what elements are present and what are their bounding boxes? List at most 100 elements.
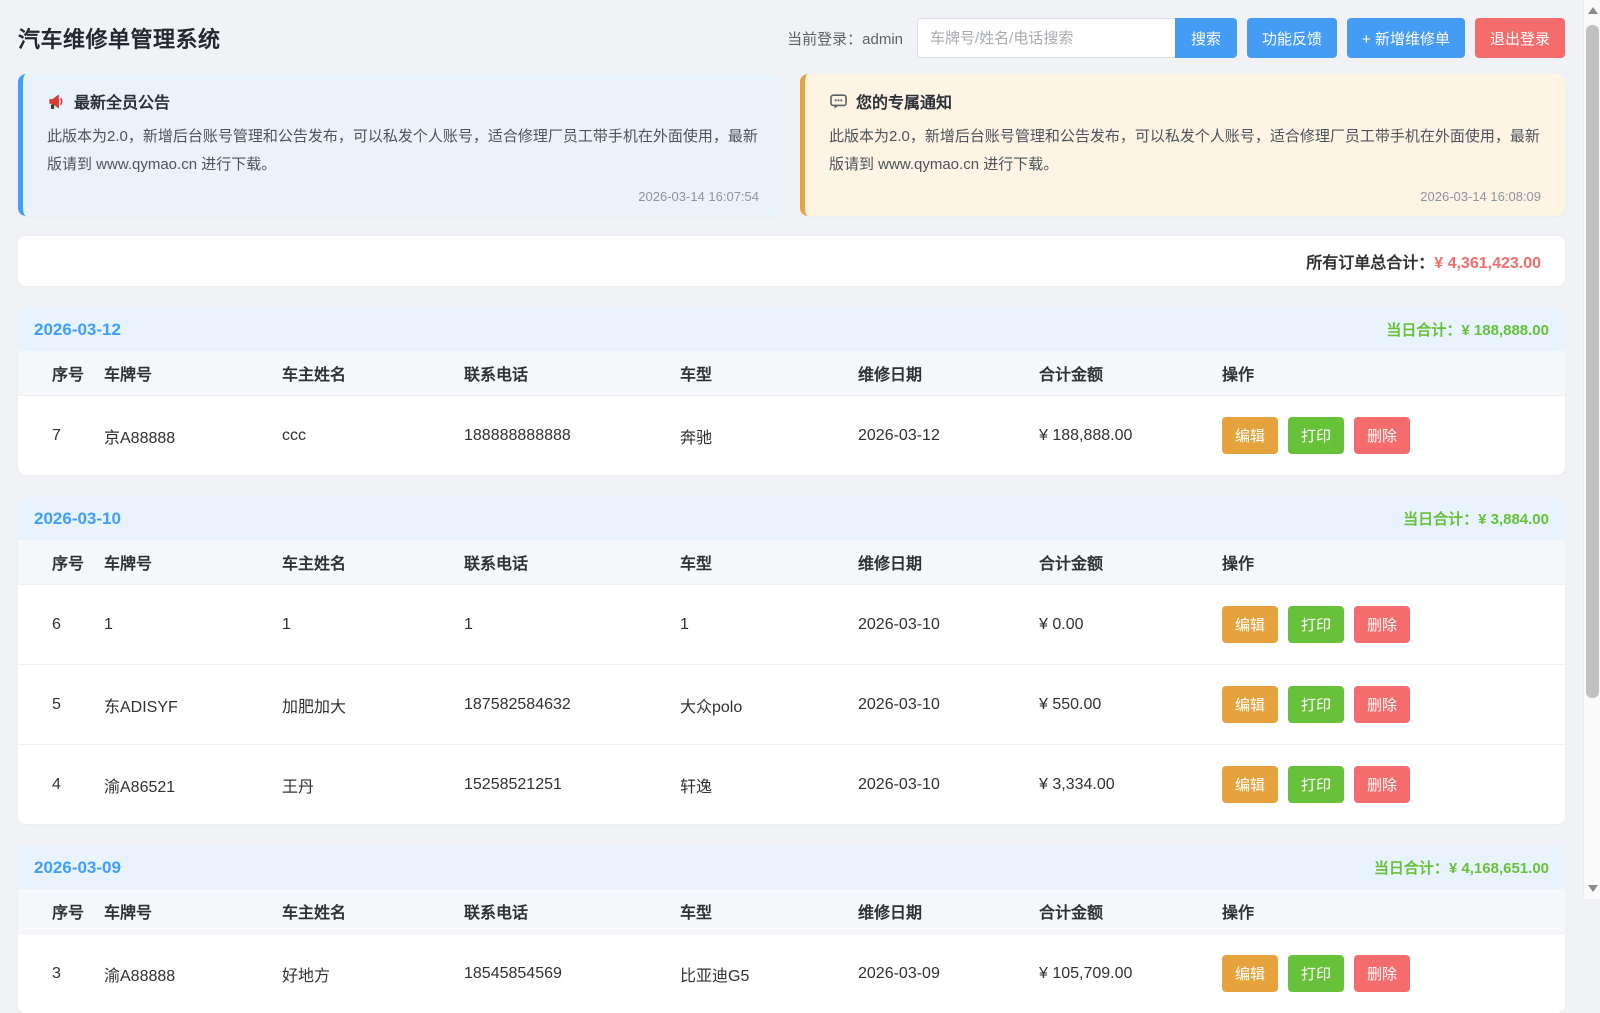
edit-button[interactable]: 编辑 <box>1222 417 1278 454</box>
print-button[interactable]: 打印 <box>1288 606 1344 643</box>
delete-button[interactable]: 删除 <box>1354 417 1410 454</box>
print-button[interactable]: 打印 <box>1288 417 1344 454</box>
repair-orders-table: 序号车牌号车主姓名联系电话车型维修日期合计金额操作 7京A88888ccc188… <box>18 351 1565 475</box>
cell-amount: ¥ 550.00 <box>1029 665 1212 745</box>
notice-title: 最新全员公告 <box>74 89 170 113</box>
day-total: 当日合计：¥ 3,884.00 <box>1403 508 1549 529</box>
column-header: 操作 <box>1212 889 1565 934</box>
table-row: 7京A88888ccc188888888888奔驰2026-03-12¥ 188… <box>18 396 1565 476</box>
day-total-label: 当日合计： <box>1386 322 1461 339</box>
column-header: 车牌号 <box>94 889 272 934</box>
column-header: 车型 <box>670 351 848 396</box>
cell-plate: 东ADISYF <box>94 665 272 745</box>
cell-repair-date: 2026-03-10 <box>848 665 1029 745</box>
print-button[interactable]: 打印 <box>1288 686 1344 723</box>
cell-plate: 渝A86521 <box>94 745 272 825</box>
column-header: 车型 <box>670 889 848 934</box>
cell-model: 奔驰 <box>670 396 848 476</box>
column-header: 维修日期 <box>848 889 1029 934</box>
page-title: 汽车维修单管理系统 <box>18 22 221 54</box>
cell-actions: 编辑打印删除 <box>1212 665 1565 745</box>
day-group-card: 2026-03-10 当日合计：¥ 3,884.00 序号车牌号车主姓名联系电话… <box>18 497 1565 824</box>
notice-title: 您的专属通知 <box>856 89 952 113</box>
megaphone-icon <box>47 92 66 111</box>
notices: 最新全员公告 此版本为2.0，新增后台账号管理和公告发布，可以私发个人账号，适合… <box>18 74 1565 216</box>
column-header: 合计金额 <box>1029 889 1212 934</box>
column-header: 序号 <box>18 351 94 396</box>
cell-repair-date: 2026-03-10 <box>848 745 1029 825</box>
cell-owner: 1 <box>272 585 454 665</box>
day-total-amount: ¥ 4,168,651.00 <box>1449 860 1549 877</box>
login-label: 当前登录： <box>787 31 862 48</box>
day-group-card: 2026-03-09 当日合计：¥ 4,168,651.00 序号车牌号车主姓名… <box>18 846 1565 1013</box>
edit-button[interactable]: 编辑 <box>1222 955 1278 992</box>
print-button[interactable]: 打印 <box>1288 955 1344 992</box>
table-row: 611112026-03-10¥ 0.00编辑打印删除 <box>18 585 1565 665</box>
day-header-bar: 2026-03-09 当日合计：¥ 4,168,651.00 <box>18 846 1565 889</box>
page: 汽车维修单管理系统 当前登录：admin 搜索 功能反馈 + 新增维修单 退出登… <box>0 0 1600 1013</box>
table-header-row: 序号车牌号车主姓名联系电话车型维修日期合计金额操作 <box>18 889 1565 934</box>
day-header-bar: 2026-03-12 当日合计：¥ 188,888.00 <box>18 308 1565 351</box>
cell-phone: 188888888888 <box>454 396 670 476</box>
login-username: admin <box>862 31 903 48</box>
column-header: 车主姓名 <box>272 540 454 585</box>
edit-button[interactable]: 编辑 <box>1222 766 1278 803</box>
cell-repair-date: 2026-03-09 <box>848 934 1029 1013</box>
edit-button[interactable]: 编辑 <box>1222 606 1278 643</box>
column-header: 联系电话 <box>454 351 670 396</box>
cell-repair-date: 2026-03-10 <box>848 585 1029 665</box>
cell-repair-date: 2026-03-12 <box>848 396 1029 476</box>
vertical-scrollbar[interactable] <box>1583 0 1600 899</box>
delete-button[interactable]: 删除 <box>1354 686 1410 723</box>
scroll-up-arrow-icon[interactable] <box>1588 7 1598 14</box>
column-header: 维修日期 <box>848 351 1029 396</box>
cell-actions: 编辑打印删除 <box>1212 585 1565 665</box>
search-group: 搜索 <box>917 18 1237 58</box>
cell-model: 轩逸 <box>670 745 848 825</box>
column-header: 车牌号 <box>94 351 272 396</box>
day-date: 2026-03-10 <box>34 509 121 529</box>
cell-owner: ccc <box>272 396 454 476</box>
cell-actions: 编辑打印删除 <box>1212 745 1565 825</box>
delete-button[interactable]: 删除 <box>1354 606 1410 643</box>
cell-actions: 编辑打印删除 <box>1212 934 1565 1013</box>
cell-owner: 王丹 <box>272 745 454 825</box>
search-button[interactable]: 搜索 <box>1175 18 1237 58</box>
notice-header: 最新全员公告 <box>47 89 759 113</box>
table-row: 5东ADISYF加肥加大187582584632大众polo2026-03-10… <box>18 665 1565 745</box>
cell-amount: ¥ 3,334.00 <box>1029 745 1212 825</box>
table-row: 4渝A86521王丹15258521251轩逸2026-03-10¥ 3,334… <box>18 745 1565 825</box>
cell-phone: 187582584632 <box>454 665 670 745</box>
logout-button[interactable]: 退出登录 <box>1475 18 1565 58</box>
cell-phone: 15258521251 <box>454 745 670 825</box>
grand-total-amount: ¥ 4,361,423.00 <box>1434 255 1541 272</box>
delete-button[interactable]: 删除 <box>1354 955 1410 992</box>
column-header: 车型 <box>670 540 848 585</box>
edit-button[interactable]: 编辑 <box>1222 686 1278 723</box>
cell-seq: 3 <box>18 934 94 1013</box>
day-header-bar: 2026-03-10 当日合计：¥ 3,884.00 <box>18 497 1565 540</box>
cell-seq: 6 <box>18 585 94 665</box>
search-input[interactable] <box>917 18 1175 58</box>
cell-model: 1 <box>670 585 848 665</box>
scroll-down-arrow-icon[interactable] <box>1588 885 1598 892</box>
scrollbar-thumb[interactable] <box>1586 25 1599 698</box>
cell-phone: 1 <box>454 585 670 665</box>
cell-owner: 好地方 <box>272 934 454 1013</box>
grand-total-label: 所有订单总合计： <box>1306 255 1434 272</box>
print-button[interactable]: 打印 <box>1288 766 1344 803</box>
repair-orders-table: 序号车牌号车主姓名联系电话车型维修日期合计金额操作 3渝A88888好地方185… <box>18 889 1565 1013</box>
feedback-button[interactable]: 功能反馈 <box>1247 18 1337 58</box>
notice-body: 此版本为2.0，新增后台账号管理和公告发布，可以私发个人账号，适合修理厂员工带手… <box>829 123 1541 179</box>
delete-button[interactable]: 删除 <box>1354 766 1410 803</box>
day-total-label: 当日合计： <box>1403 511 1478 528</box>
cell-actions: 编辑打印删除 <box>1212 396 1565 476</box>
column-header: 车主姓名 <box>272 889 454 934</box>
add-repair-order-button[interactable]: + 新增维修单 <box>1347 18 1465 58</box>
notice-body: 此版本为2.0，新增后台账号管理和公告发布，可以私发个人账号，适合修理厂员工带手… <box>47 123 759 179</box>
column-header: 维修日期 <box>848 540 1029 585</box>
cell-plate: 京A88888 <box>94 396 272 476</box>
cell-seq: 5 <box>18 665 94 745</box>
top-right-controls: 当前登录：admin 搜索 功能反馈 + 新增维修单 退出登录 <box>787 18 1565 58</box>
repair-orders-table: 序号车牌号车主姓名联系电话车型维修日期合计金额操作 611112026-03-1… <box>18 540 1565 824</box>
